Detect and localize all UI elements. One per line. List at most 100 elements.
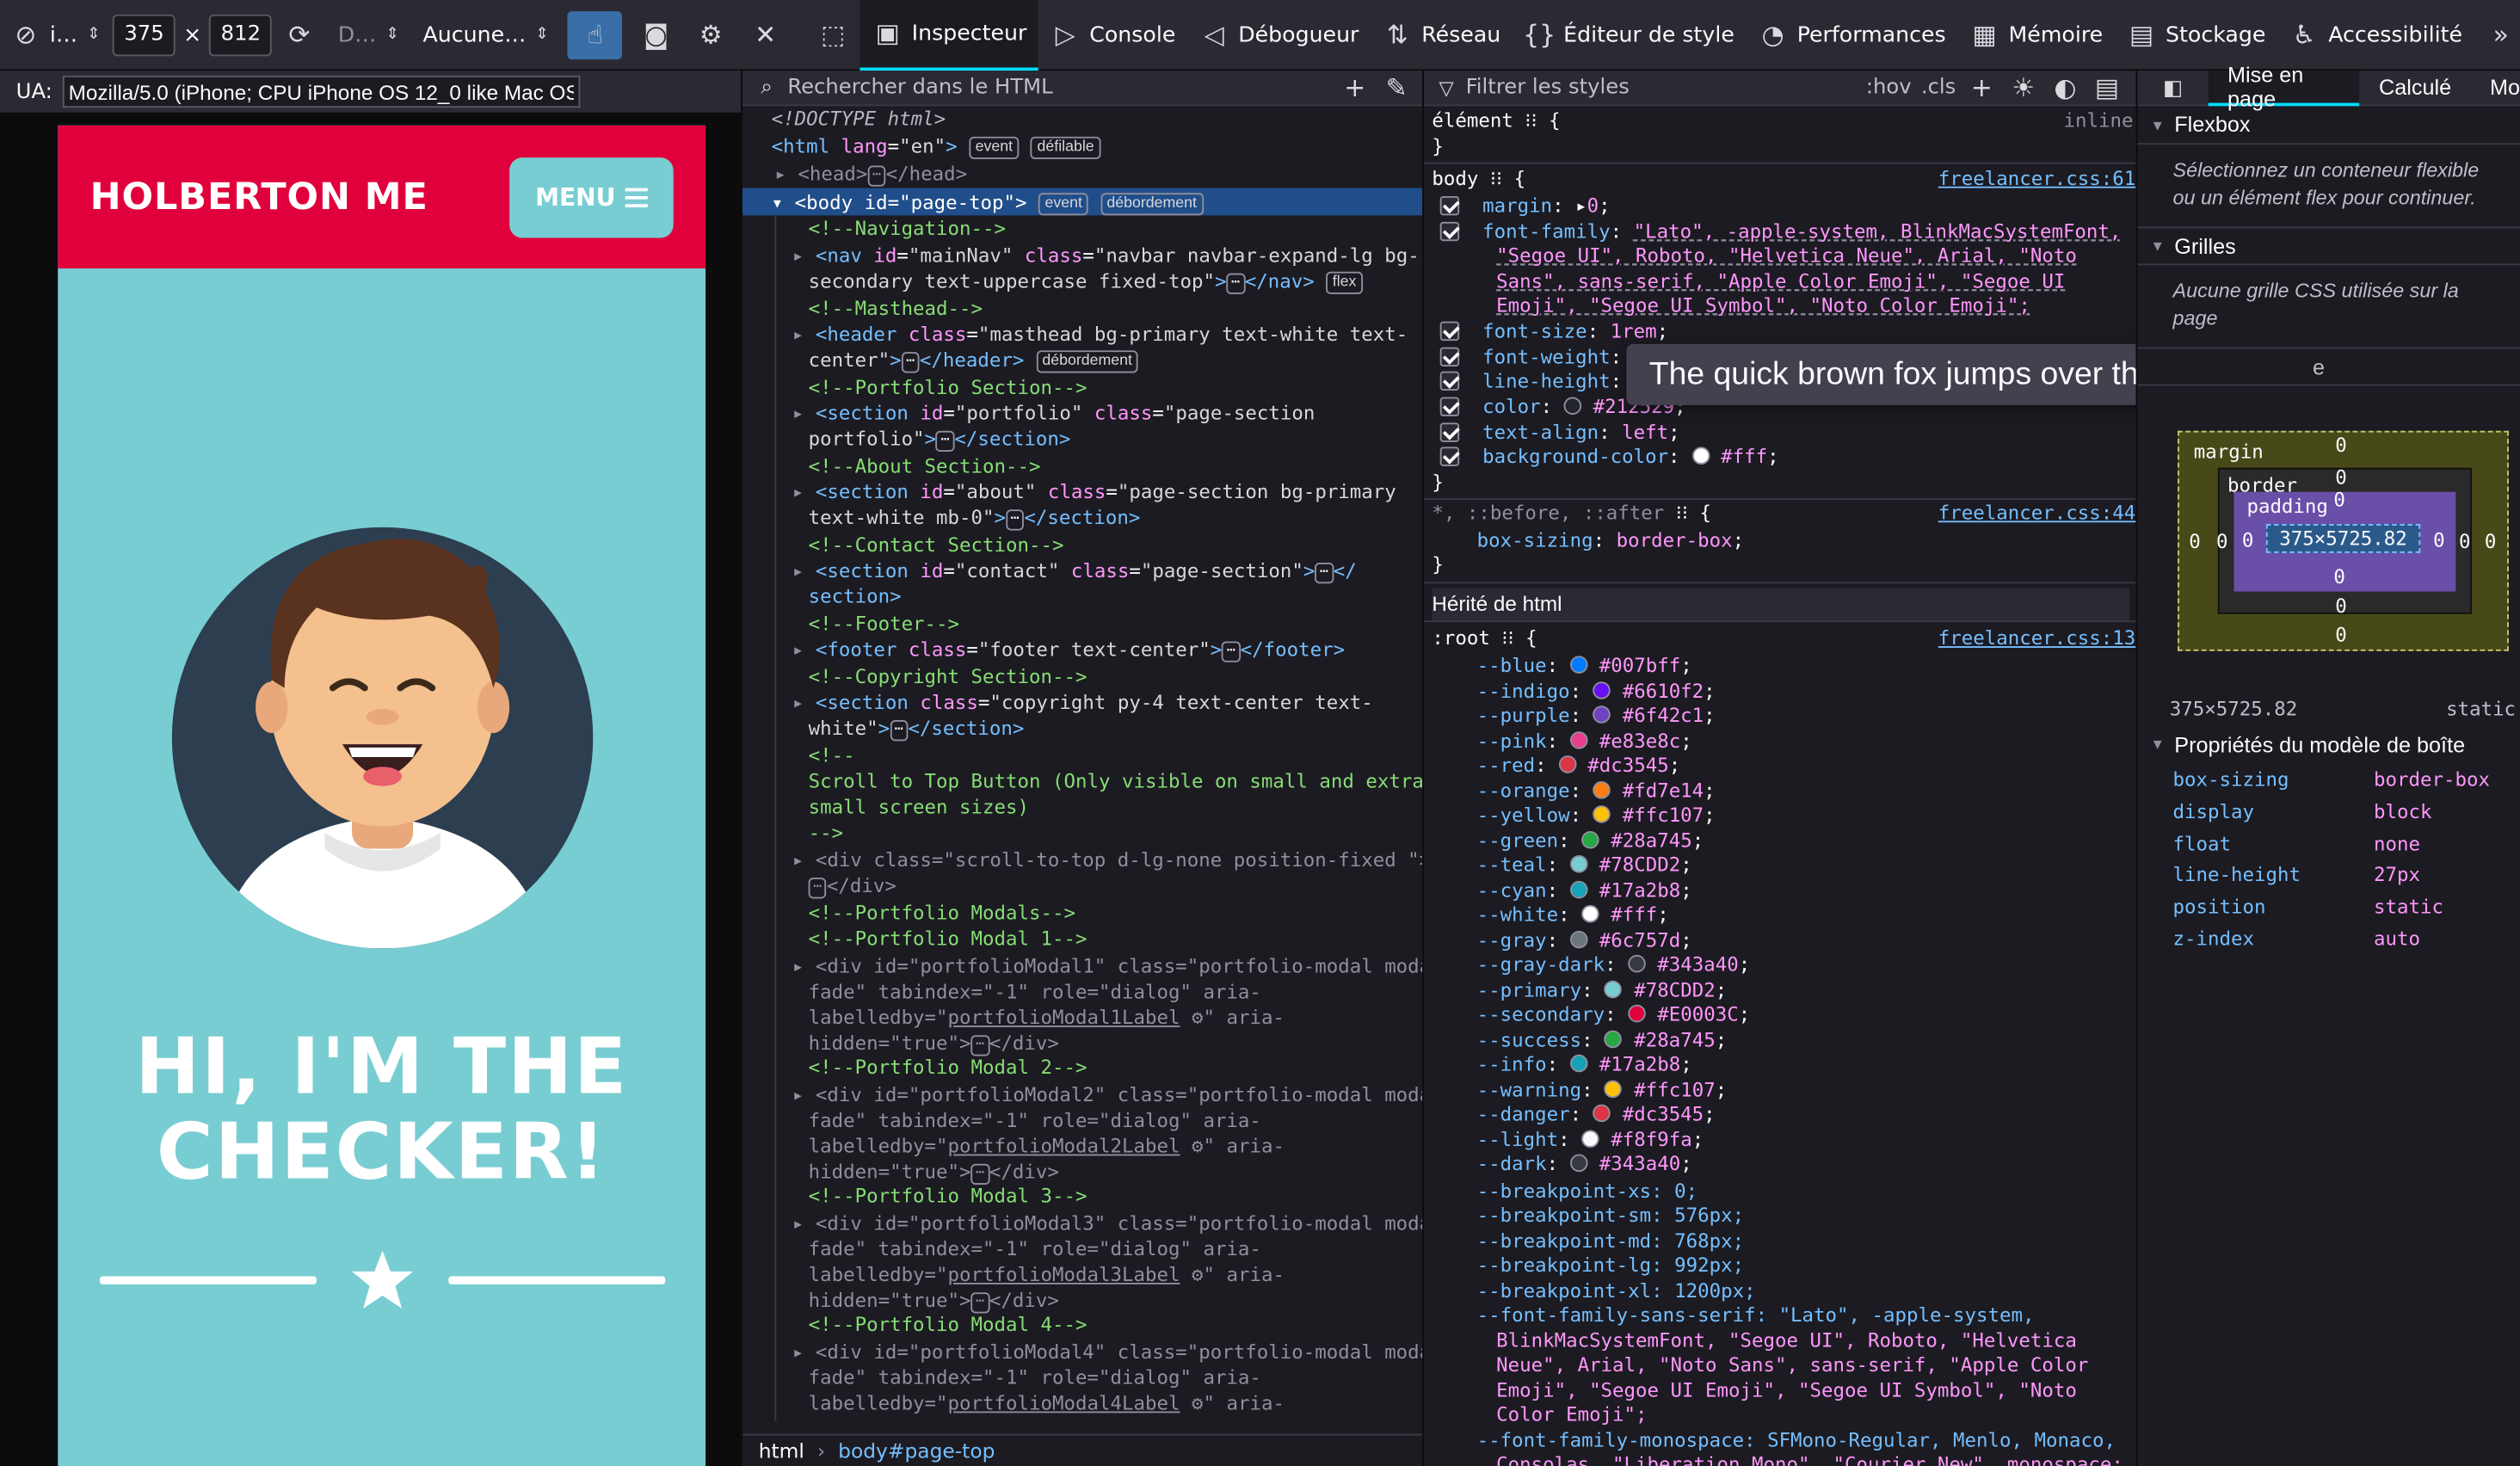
tab-memory[interactable]: ▦ Mémoire bbox=[1957, 0, 2114, 70]
hov-button[interactable]: :hov bbox=[1866, 76, 1912, 100]
tab-debugger[interactable]: ◁ Débogueur bbox=[1186, 0, 1370, 70]
add-rule-icon[interactable]: + bbox=[1966, 71, 1998, 103]
comment-node[interactable]: <!--Portfolio Modal 2--> bbox=[809, 1055, 1087, 1081]
checkbox-icon[interactable] bbox=[1439, 397, 1460, 416]
universal-rule-link[interactable]: freelancer.css:44 bbox=[1938, 502, 2135, 527]
about-section-node[interactable]: ▸ <section id="about" class="page-sectio… bbox=[792, 479, 1396, 505]
dark-theme-icon[interactable]: ◐ bbox=[2049, 71, 2081, 103]
tab-style-editor[interactable]: {} Éditeur de style bbox=[1512, 0, 1746, 70]
close-rdm-button[interactable]: ✕ bbox=[738, 0, 793, 70]
touch-simulation-button[interactable]: ☝ bbox=[567, 10, 623, 59]
padding-top[interactable]: 0 bbox=[2333, 489, 2345, 511]
prop-margin[interactable]: margin: ▸0; bbox=[1439, 194, 1611, 219]
prop-box-sizing[interactable]: box-sizing: border-box; bbox=[1477, 529, 1744, 554]
color-swatch[interactable] bbox=[1628, 1004, 1646, 1023]
site-brand[interactable]: HOLBERTON ME bbox=[90, 176, 428, 219]
checkbox-icon[interactable] bbox=[1439, 195, 1460, 216]
margin-bottom[interactable]: 0 bbox=[2335, 624, 2347, 646]
color-swatch[interactable] bbox=[1563, 397, 1582, 416]
color-swatch[interactable] bbox=[1593, 681, 1611, 699]
modal4-node[interactable]: ▸ <div id="portfolioModal4" class="portf… bbox=[792, 1339, 1424, 1364]
css-variable[interactable]: --pink: #e83e8c; bbox=[1477, 729, 1692, 754]
comment-node[interactable]: <!--Copyright Section--> bbox=[809, 664, 1087, 690]
border-bottom[interactable]: 0 bbox=[2335, 594, 2347, 617]
tab-inspector[interactable]: ▣ Inspecteur bbox=[860, 0, 1038, 71]
var-font-mono[interactable]: --font-family-monospace: SFMono-Regular,… bbox=[1477, 1429, 2116, 1454]
checkbox-icon[interactable] bbox=[1439, 447, 1460, 466]
copyright-section-node[interactable]: ▸ <section class="copyright py-4 text-ce… bbox=[792, 690, 1373, 716]
css-variable[interactable]: --dark: #343a40; bbox=[1477, 1153, 1692, 1178]
prop-font-size[interactable]: font-size: 1rem; bbox=[1439, 320, 1668, 345]
margin-top[interactable]: 0 bbox=[2335, 434, 2347, 456]
body-node[interactable]: ▾ <body id="page-top"> event débordement bbox=[772, 189, 1204, 216]
color-swatch[interactable] bbox=[1569, 1054, 1588, 1073]
comment-node[interactable]: <!--Navigation--> bbox=[809, 215, 1006, 241]
boxmodel-section-header[interactable]: e bbox=[2137, 347, 2520, 386]
color-swatch[interactable] bbox=[1581, 1129, 1599, 1148]
padding-right[interactable]: 0 bbox=[2433, 529, 2445, 551]
comment-node[interactable]: <!--Portfolio Modal 4--> bbox=[809, 1312, 1087, 1338]
color-swatch[interactable] bbox=[1581, 904, 1599, 923]
comment-node[interactable]: <!--Footer--> bbox=[809, 611, 959, 637]
header-node[interactable]: ▸ <header class="masthead bg-primary tex… bbox=[792, 322, 1408, 348]
modal3-node[interactable]: ▸ <div id="portfolioModal3" class="portf… bbox=[792, 1210, 1424, 1236]
tab-performance[interactable]: ◔ Performances bbox=[1746, 0, 1957, 70]
color-swatch[interactable] bbox=[1605, 979, 1623, 998]
css-variable[interactable]: --secondary: #E0003C; bbox=[1477, 1003, 1751, 1028]
comment-node[interactable]: <!--Portfolio Modal 3--> bbox=[809, 1183, 1087, 1209]
dpr-select[interactable]: D… ⇕ bbox=[327, 0, 412, 70]
css-variable[interactable]: --success: #28a745; bbox=[1477, 1028, 1728, 1053]
css-variable[interactable]: --yellow: #ffc107; bbox=[1477, 804, 1716, 828]
menu-button[interactable]: MENU bbox=[509, 157, 674, 237]
css-variable[interactable]: --gray-dark: #343a40; bbox=[1477, 953, 1751, 978]
css-variable[interactable]: --warning: #ffc107; bbox=[1477, 1078, 1728, 1103]
var-breakpoint-lg[interactable]: --breakpoint-lg: 992px; bbox=[1477, 1253, 1744, 1278]
body-rule-link[interactable]: freelancer.css:61 bbox=[1938, 167, 2135, 192]
markup-search[interactable]: ⌕ Rechercher dans le HTML + ✎ bbox=[742, 71, 1423, 107]
comment-node[interactable]: <!--Portfolio Modals--> bbox=[809, 900, 1075, 926]
color-swatch[interactable] bbox=[1593, 1104, 1611, 1123]
scrollable-badge[interactable]: défilable bbox=[1031, 136, 1101, 159]
flexbox-section-header[interactable]: ▼ Flexbox bbox=[2137, 106, 2520, 145]
box-model-padding[interactable]: padding 0 0 0 0 375×5725.82 bbox=[2233, 489, 2456, 592]
boxmodel-props-header[interactable]: ▼ Propriétés du modèle de boîte bbox=[2137, 725, 2520, 764]
height-input[interactable]: 812 bbox=[209, 13, 273, 56]
css-variable[interactable]: --gray: #6c757d; bbox=[1477, 928, 1692, 953]
css-variable[interactable]: --teal: #78CDD2; bbox=[1477, 853, 1692, 878]
tab-more[interactable]: Mo bbox=[2471, 70, 2520, 105]
var-breakpoint-xl[interactable]: --breakpoint-xl: 1200px; bbox=[1477, 1279, 1756, 1304]
border-left[interactable]: 0 bbox=[2216, 531, 2228, 553]
add-node-icon[interactable]: + bbox=[1339, 71, 1371, 103]
comment-node[interactable]: <!--About Section--> bbox=[809, 453, 1041, 479]
css-variable[interactable]: --purple: #6f42c1; bbox=[1477, 704, 1716, 729]
comment-node[interactable]: <!--Portfolio Modal 1--> bbox=[809, 926, 1087, 952]
modal1-node[interactable]: ▸ <div id="portfolioModal1" class="portf… bbox=[792, 953, 1424, 979]
color-swatch[interactable] bbox=[1569, 929, 1588, 948]
prop-background-color[interactable]: background-color: #fff; bbox=[1439, 446, 1779, 471]
color-swatch[interactable] bbox=[1569, 1154, 1588, 1173]
tab-accessibility[interactable]: ♿ Accessibilité bbox=[2277, 0, 2474, 70]
css-variable[interactable]: --cyan: #17a2b8; bbox=[1477, 878, 1692, 903]
tab-console[interactable]: ▷ Console bbox=[1038, 0, 1186, 70]
margin-right[interactable]: 0 bbox=[2485, 531, 2497, 553]
padding-left[interactable]: 0 bbox=[2242, 529, 2254, 551]
filter-styles-input[interactable]: Filtrer les styles bbox=[1466, 76, 1857, 100]
breadcrumb-html[interactable]: html bbox=[759, 1438, 804, 1463]
color-swatch[interactable] bbox=[1593, 705, 1611, 724]
color-swatch[interactable] bbox=[1605, 1029, 1623, 1048]
grids-section-header[interactable]: ▼ Grilles bbox=[2137, 226, 2520, 266]
padding-bottom[interactable]: 0 bbox=[2333, 566, 2345, 588]
overflow-badge[interactable]: débordement bbox=[1035, 350, 1139, 373]
css-variable[interactable]: --primary: #78CDD2; bbox=[1477, 978, 1728, 1003]
prop-text-align[interactable]: text-align: left; bbox=[1439, 422, 1680, 447]
tab-network[interactable]: ⇅ Réseau bbox=[1371, 0, 1513, 70]
event-badge[interactable]: event bbox=[969, 136, 1020, 159]
color-swatch[interactable] bbox=[1593, 780, 1611, 798]
var-breakpoint-sm[interactable]: --breakpoint-sm: 576px; bbox=[1477, 1204, 1744, 1229]
checkbox-icon[interactable] bbox=[1439, 371, 1460, 391]
contact-section-node[interactable]: ▸ <section id="contact" class="page-sect… bbox=[792, 557, 1357, 584]
tab-layout[interactable]: Mise en page bbox=[2208, 62, 2360, 110]
prop-font-family[interactable]: font-family: "Lato", -apple-system, Blin… bbox=[1439, 220, 2121, 245]
element-picker-button[interactable]: ⬚ bbox=[805, 0, 860, 70]
device-selector[interactable]: ⊘ i… ⇕ bbox=[0, 0, 113, 70]
